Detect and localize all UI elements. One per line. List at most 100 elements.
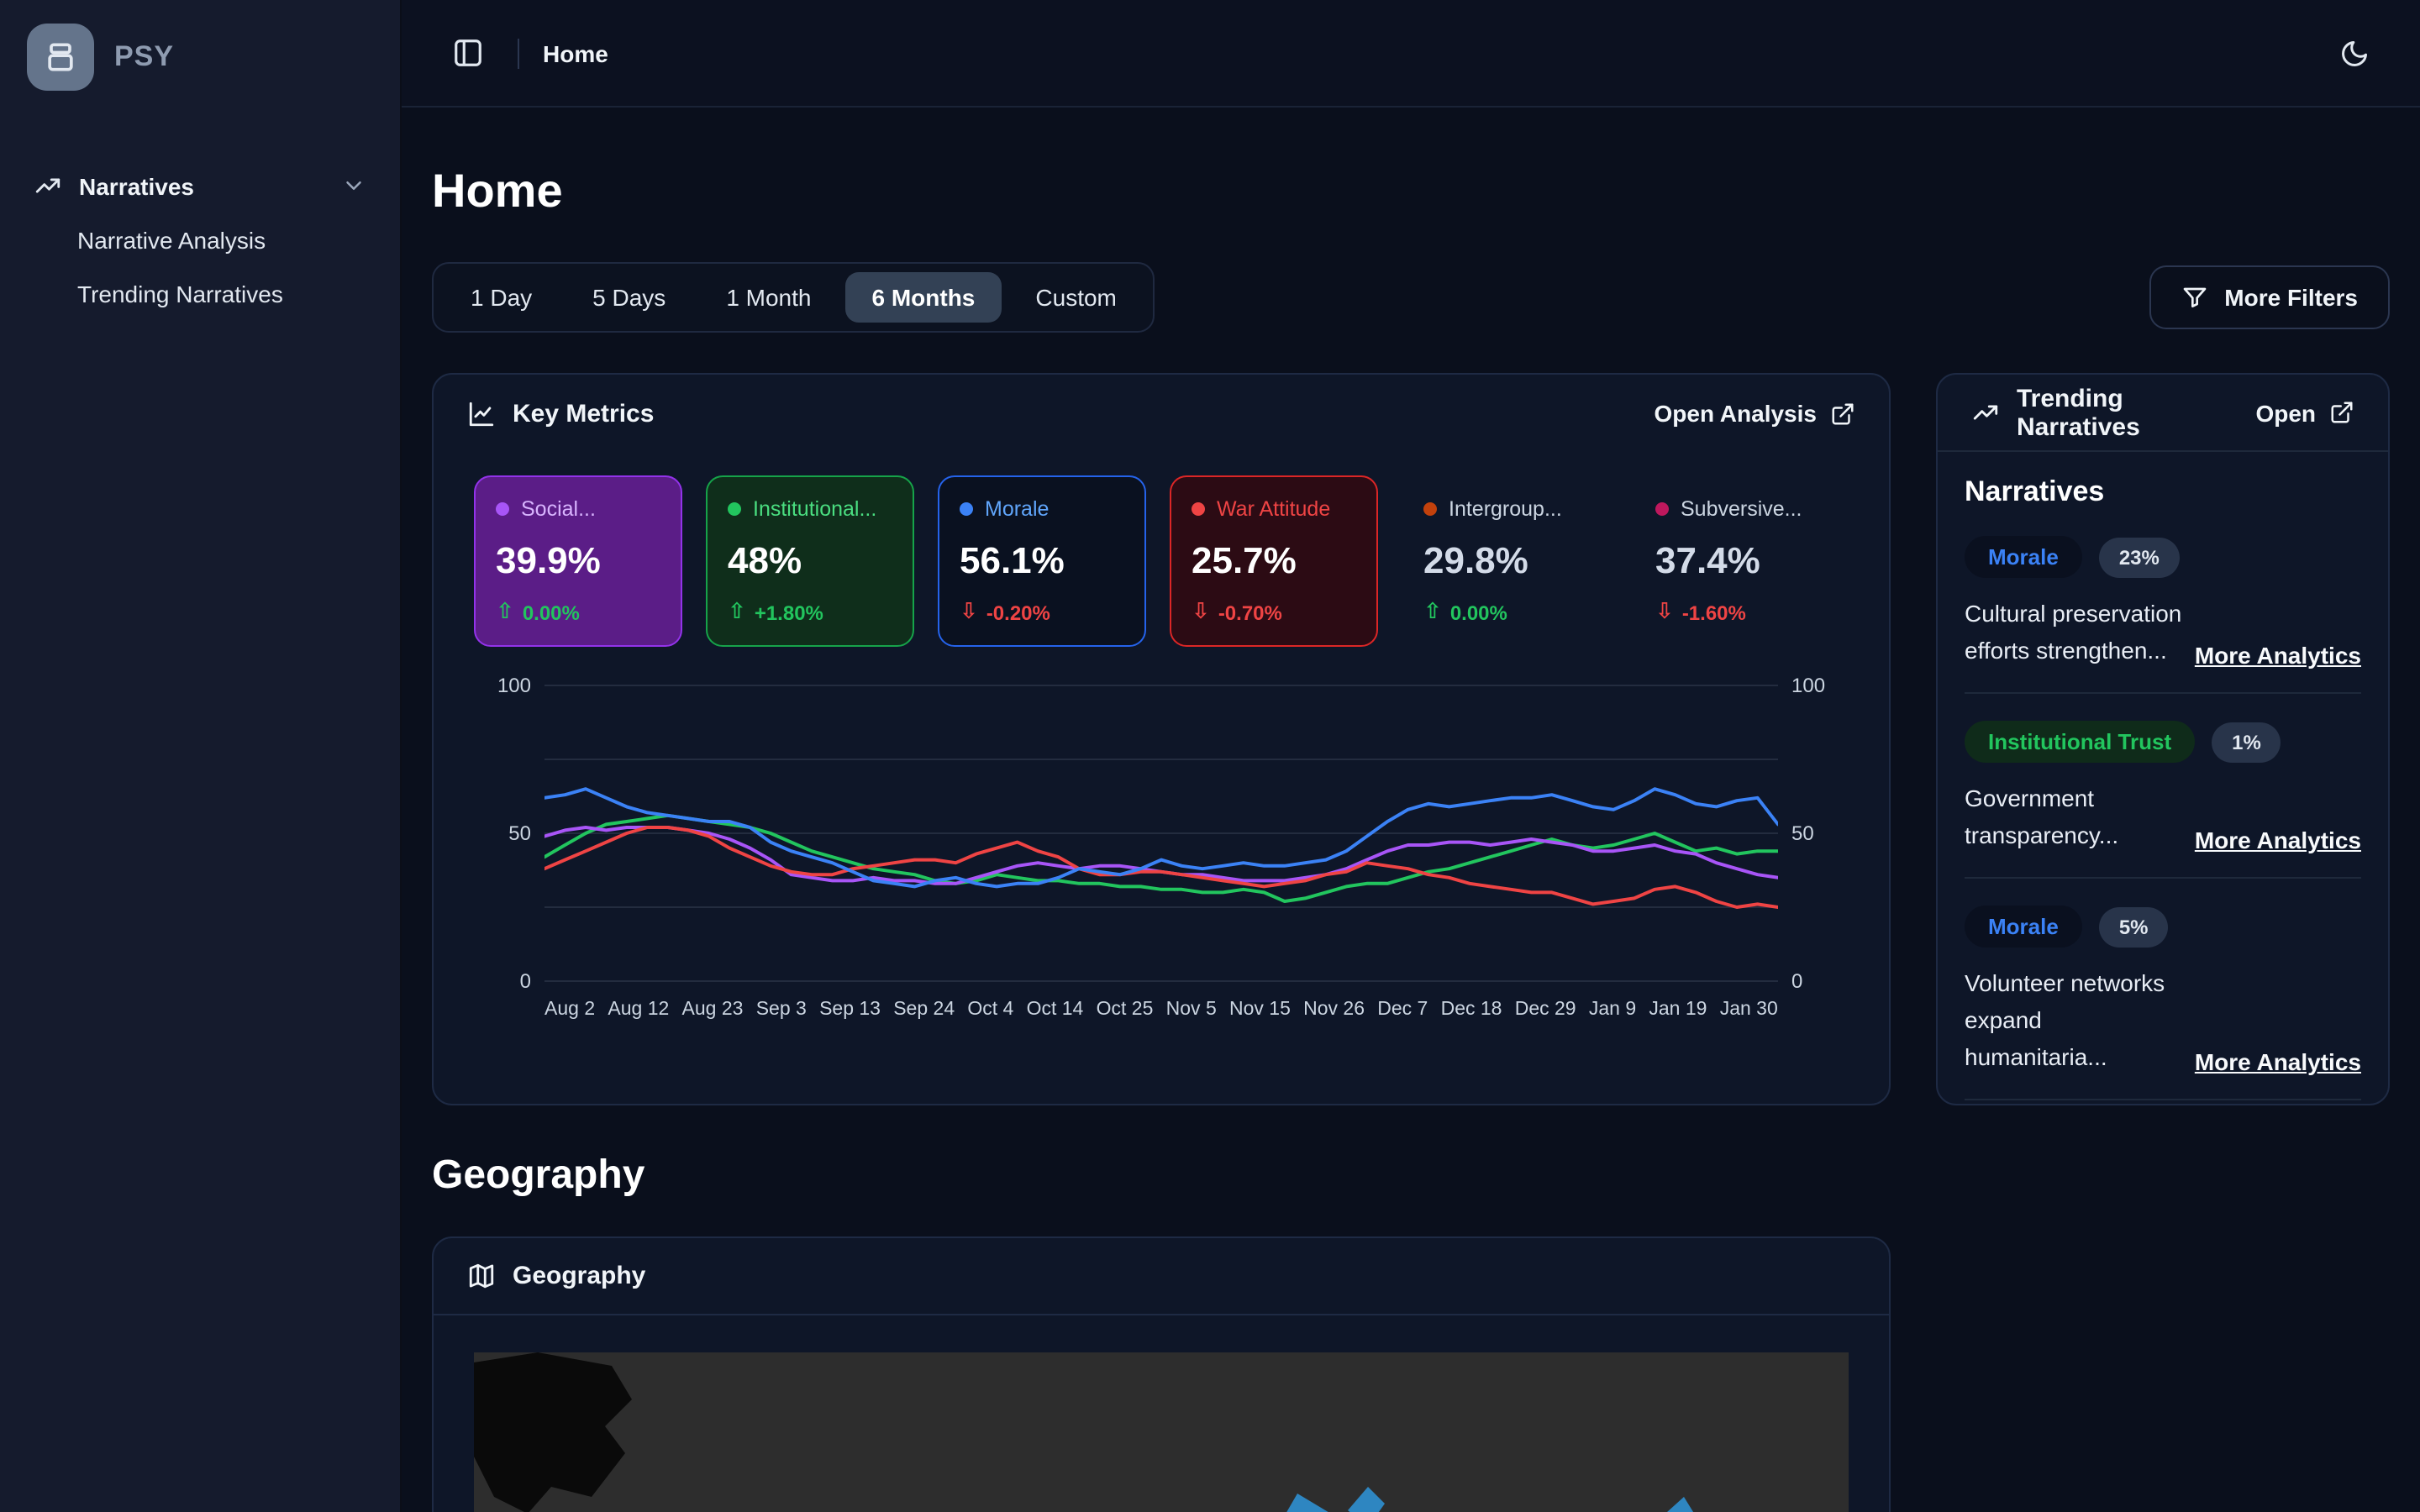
trending-up-icon xyxy=(34,171,62,200)
open-analysis-link[interactable]: Open Analysis xyxy=(1655,400,1856,427)
x-tick-label: Sep 24 xyxy=(893,1000,955,1020)
metric-delta: ⇩-0.70% xyxy=(1192,600,1356,625)
metric-label: Subversive... xyxy=(1681,497,1802,521)
more-analytics-link[interactable]: More Analytics xyxy=(2195,642,2361,669)
external-link-icon xyxy=(1830,401,1855,426)
tab-1-month[interactable]: 1 Month xyxy=(699,272,838,323)
metrics-line-chart xyxy=(544,684,1778,983)
metric-label: Social... xyxy=(521,497,596,521)
metric-delta: ⇧0.00% xyxy=(496,600,660,625)
y-tick-label: 0 xyxy=(1791,969,1802,993)
x-tick-label: Oct 25 xyxy=(1097,1000,1154,1020)
trending-panel-title: Trending Narratives xyxy=(2017,384,2238,441)
sidebar-item-label: Narratives xyxy=(79,172,324,199)
sidebar: PSY Narratives Narrative Analysis Trendi… xyxy=(0,0,402,1512)
metric-value: 29.8% xyxy=(1423,538,1588,582)
more-filters-button[interactable]: More Filters xyxy=(2149,265,2390,329)
tab-6-months[interactable]: 6 Months xyxy=(845,272,1002,323)
key-metrics-card: Key Metrics Open Analysis xyxy=(432,373,1891,1105)
narrative-percent-pill: 5% xyxy=(2099,906,2169,947)
dashboard-row: Key Metrics Open Analysis xyxy=(432,373,2390,1105)
metric-value: 25.7% xyxy=(1192,538,1356,582)
metric-label: Morale xyxy=(985,497,1049,521)
metric-label: War Attitude xyxy=(1217,497,1330,521)
metric-chip-subversive[interactable]: Subversive...37.4%⇩-1.60% xyxy=(1634,475,1842,647)
open-trending-link[interactable]: Open xyxy=(2255,399,2354,426)
up-arrow-icon: ⇧ xyxy=(1423,600,1442,625)
time-range-tabs: 1 Day5 Days1 Month6 MonthsCustom xyxy=(432,262,1155,333)
external-link-icon xyxy=(2329,400,2354,425)
item-divider xyxy=(1965,692,2361,694)
main-area: Home Home 1 Day5 Days1 Month6 MonthsCust… xyxy=(402,0,2420,1512)
narrative-item: Morale 5% Volunteer networks expand humani… xyxy=(1965,906,2361,1075)
sidebar-item-narratives[interactable]: Narratives xyxy=(27,158,373,213)
narrative-text: Volunteer networks expand humanitaria... xyxy=(1965,964,2185,1075)
y-tick-label: 100 xyxy=(1791,674,1825,697)
x-tick-label: Nov 5 xyxy=(1166,1000,1217,1020)
narrative-badge: Morale xyxy=(1965,536,2082,578)
x-tick-label: Sep 13 xyxy=(819,1000,881,1020)
geography-card-title: Geography xyxy=(513,1262,645,1290)
world-map-svg xyxy=(474,1352,1849,1512)
metric-delta: ⇧+1.80% xyxy=(728,600,892,625)
narrative-item: Institutional Trust1%Government transpar… xyxy=(1965,721,2361,853)
tab-5-days[interactable]: 5 Days xyxy=(566,272,692,323)
x-tick-label: Jan 30 xyxy=(1720,1000,1778,1020)
narrative-text: Cultural preservation efforts strengthen… xyxy=(1965,595,2185,669)
sidebar-item-trending-narratives[interactable]: Trending Narratives xyxy=(27,267,373,321)
chevron-down-icon xyxy=(341,173,366,198)
metric-dot xyxy=(496,502,509,516)
x-tick-label: Oct 4 xyxy=(967,1000,1013,1020)
app-root: PSY Narratives Narrative Analysis Trendi… xyxy=(0,0,2420,1512)
item-divider xyxy=(1965,877,2361,879)
x-tick-label: Aug 12 xyxy=(608,1000,669,1020)
metric-value: 48% xyxy=(728,538,892,582)
more-filters-label: More Filters xyxy=(2224,284,2358,311)
tab-custom[interactable]: Custom xyxy=(1008,272,1143,323)
metric-chip-morale[interactable]: Morale 56.1% ⇩-0.20% xyxy=(938,475,1146,647)
breadcrumb[interactable]: Home xyxy=(543,39,608,66)
app-logo[interactable] xyxy=(27,24,94,91)
page-title: Home xyxy=(432,165,2390,218)
theme-toggle-button[interactable] xyxy=(2329,28,2380,78)
key-metrics-body: Social...39.9%⇧0.00%Institutional...48%⇧… xyxy=(434,452,1889,1020)
metric-dot xyxy=(1423,502,1437,516)
more-analytics-link[interactable]: More Analytics xyxy=(2195,1048,2361,1075)
trending-panel-body: Narratives Morale23%Cultural preservatio… xyxy=(1938,452,2388,1104)
metric-chip-institutional[interactable]: Institutional...48%⇧+1.80% xyxy=(706,475,914,647)
x-tick-label: Jan 19 xyxy=(1649,1000,1707,1020)
metric-chip-social[interactable]: Social... 39.9% ⇧0.00% xyxy=(474,475,682,647)
world-map[interactable] xyxy=(474,1352,1849,1512)
metric-delta: ⇩-0.20% xyxy=(960,600,1124,625)
panel-left-icon xyxy=(452,37,484,69)
metric-chip-war-attitude[interactable]: War Attitude 25.7% ⇩-0.70% xyxy=(1170,475,1378,647)
topbar: Home xyxy=(402,0,2420,108)
down-arrow-icon: ⇩ xyxy=(960,600,978,625)
up-arrow-icon: ⇧ xyxy=(496,600,514,625)
narrative-badge: Morale xyxy=(1965,906,2082,948)
key-metrics-header: Key Metrics Open Analysis xyxy=(434,375,1889,452)
trending-panel-header: Trending Narratives Open xyxy=(1938,375,2388,452)
y-tick-label: 50 xyxy=(508,822,531,845)
x-tick-label: Jan 9 xyxy=(1589,1000,1636,1020)
metric-value: 56.1% xyxy=(960,538,1124,582)
topbar-divider xyxy=(518,38,519,68)
x-tick-label: Nov 15 xyxy=(1229,1000,1291,1020)
metric-chip-intergroup[interactable]: Intergroup...29.8%⇧0.00% xyxy=(1402,475,1610,647)
brand-row: PSY xyxy=(27,24,373,91)
narrative-percent-pill: 1% xyxy=(2212,722,2281,762)
narrative-text: Government transparency... xyxy=(1965,780,2185,853)
geography-card-header: Geography xyxy=(434,1238,1889,1315)
more-analytics-link[interactable]: More Analytics xyxy=(2195,827,2361,853)
y-axis-right: 100500 xyxy=(1788,684,1849,983)
sidebar-item-narrative-analysis[interactable]: Narrative Analysis xyxy=(27,213,373,267)
geography-card: Geography xyxy=(432,1236,1891,1512)
metric-chips: Social...39.9%⇧0.00%Institutional...48%⇧… xyxy=(474,475,1849,647)
metric-value: 39.9% xyxy=(496,538,660,582)
trending-up-icon xyxy=(1971,398,2000,427)
x-tick-label: Oct 14 xyxy=(1027,1000,1084,1020)
tab-1-day[interactable]: 1 Day xyxy=(444,272,559,323)
sidebar-toggle-button[interactable] xyxy=(442,27,494,79)
y-tick-label: 50 xyxy=(1791,822,1814,845)
metric-dot xyxy=(960,502,973,516)
